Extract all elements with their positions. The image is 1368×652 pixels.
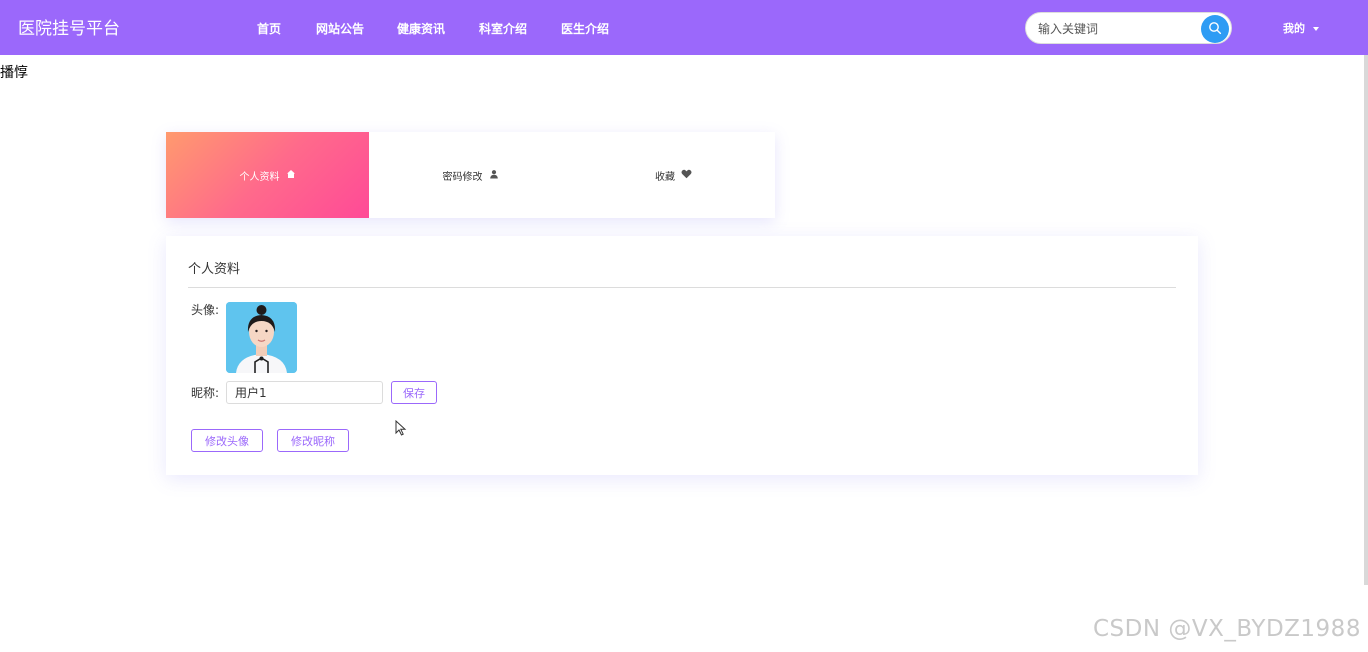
avatar-label: 头像: bbox=[191, 303, 220, 317]
divider bbox=[188, 287, 1176, 288]
stray-text: 播惇 bbox=[0, 65, 28, 81]
nav-link-doctors[interactable]: 医生介绍 bbox=[561, 20, 609, 37]
profile-tabs: 个人资料 密码修改 收藏 bbox=[166, 132, 775, 218]
search-icon bbox=[1208, 20, 1222, 39]
avatar-portrait bbox=[226, 302, 297, 373]
search-box bbox=[1025, 12, 1232, 44]
tab-profile[interactable]: 个人资料 bbox=[166, 132, 369, 218]
my-account-menu[interactable]: 我的 bbox=[1283, 20, 1319, 36]
tab-profile-label: 个人资料 bbox=[239, 171, 280, 183]
mouse-cursor-icon bbox=[395, 419, 407, 440]
nav-link-home[interactable]: 首页 bbox=[257, 20, 281, 37]
panel-title: 个人资料 bbox=[188, 262, 241, 277]
tab-password-label: 密码修改 bbox=[442, 171, 483, 183]
nickname-label: 昵称: bbox=[191, 386, 220, 400]
profile-panel: 个人资料 头像: 昵称: 保存 修改头像 修改昵称 bbox=[166, 236, 1198, 475]
heart-icon bbox=[681, 169, 692, 182]
nav-link-departments[interactable]: 科室介绍 bbox=[479, 20, 527, 37]
nav-link-announcements[interactable]: 网站公告 bbox=[316, 20, 364, 37]
avatar[interactable] bbox=[226, 302, 297, 373]
brand-title[interactable]: 医院挂号平台 bbox=[18, 14, 120, 39]
search-button[interactable] bbox=[1201, 15, 1229, 43]
user-icon bbox=[489, 169, 499, 182]
my-account-label: 我的 bbox=[1283, 22, 1305, 35]
tab-password[interactable]: 密码修改 bbox=[369, 132, 572, 218]
tab-favorites[interactable]: 收藏 bbox=[572, 132, 775, 218]
nav-link-health-news[interactable]: 健康资讯 bbox=[397, 20, 445, 37]
change-nickname-button[interactable]: 修改昵称 bbox=[277, 429, 349, 452]
save-button[interactable]: 保存 bbox=[391, 381, 437, 404]
nickname-input[interactable] bbox=[226, 381, 383, 404]
search-input[interactable] bbox=[1038, 20, 1198, 38]
top-navbar: 医院挂号平台 首页 网站公告 健康资讯 科室介绍 医生介绍 我的 bbox=[0, 0, 1368, 55]
watermark: CSDN @VX_BYDZ1988 bbox=[1093, 616, 1361, 642]
home-icon bbox=[286, 169, 296, 182]
tab-favorites-label: 收藏 bbox=[655, 171, 675, 183]
vertical-scrollbar[interactable] bbox=[1364, 55, 1368, 585]
change-avatar-button[interactable]: 修改头像 bbox=[191, 429, 263, 452]
caret-down-icon bbox=[1313, 27, 1319, 31]
